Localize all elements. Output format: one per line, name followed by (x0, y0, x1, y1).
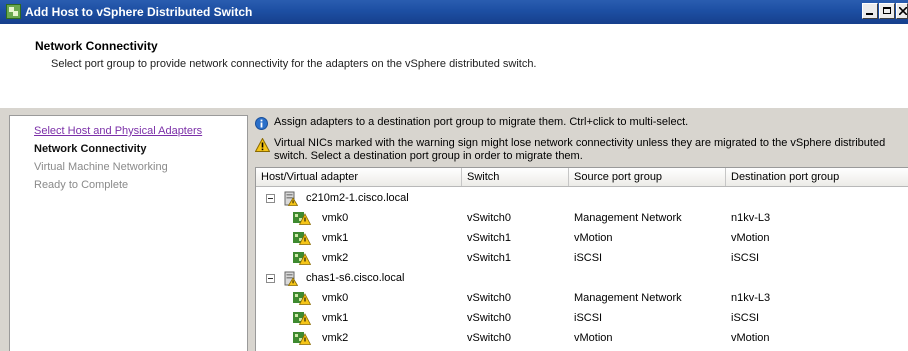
info-icon (255, 117, 268, 130)
adapter-name: vmk2 (322, 252, 349, 264)
content-panel: Assign adapters to a destination port gr… (249, 115, 908, 351)
adapter-name: vmk1 (322, 232, 349, 244)
adapter-destination[interactable]: iSCSI (731, 309, 759, 327)
warning-text: Virtual NICs marked with the warning sig… (274, 137, 886, 162)
vmkernel-nic-warning-icon (293, 332, 311, 345)
adapter-name: vmk0 (322, 212, 349, 224)
close-button[interactable] (896, 3, 908, 19)
adapter-source: Management Network (574, 212, 682, 224)
info-text: Assign adapters to a destination port gr… (274, 116, 689, 128)
host-name: c210m2-1.cisco.local (306, 192, 409, 204)
wizard-body: Select Host and Physical Adapters Networ… (0, 108, 908, 351)
table-row-adapter[interactable]: vmk1 vSwitch0 iSCSI iSCSI (256, 309, 908, 327)
adapter-switch: vSwitch0 (467, 332, 512, 344)
adapter-source: vMotion (574, 232, 613, 244)
step-ready-to-complete: Ready to Complete (34, 179, 129, 191)
vmkernel-nic-warning-icon (293, 232, 311, 245)
table-row-host[interactable]: chas1-s6.cisco.local (256, 269, 908, 287)
step-network-connectivity: Network Connectivity (34, 143, 147, 155)
adapter-destination[interactable]: n1kv-L3 (731, 289, 770, 307)
maximize-icon (883, 7, 891, 14)
page-title: Network Connectivity (35, 39, 158, 53)
table-row-adapter[interactable]: vmk2 vSwitch0 vMotion vMotion (256, 329, 908, 347)
table-header: Host/Virtual adapter Switch Source port … (256, 168, 908, 187)
page-subtitle: Select port group to provide network con… (51, 58, 537, 70)
wizard-steps-panel: Select Host and Physical Adapters Networ… (9, 115, 248, 351)
vmkernel-nic-warning-icon (293, 252, 311, 265)
adapter-source: iSCSI (574, 312, 603, 324)
window-titlebar: Add Host to vSphere Distributed Switch (0, 0, 908, 24)
warning-icon (255, 138, 270, 152)
column-header-adapter[interactable]: Host/Virtual adapter (256, 168, 462, 186)
step-select-host[interactable]: Select Host and Physical Adapters (34, 125, 202, 137)
table-row-adapter[interactable]: vmk0 vSwitch0 Management Network n1kv-L3 (256, 209, 908, 227)
column-header-switch[interactable]: Switch (462, 168, 569, 186)
adapter-source: iSCSI (574, 252, 603, 264)
table-row-adapter[interactable]: vmk2 vSwitch1 iSCSI iSCSI (256, 249, 908, 267)
host-name: chas1-s6.cisco.local (306, 272, 405, 284)
adapter-switch: vSwitch0 (467, 212, 512, 224)
adapter-switch: vSwitch1 (467, 232, 512, 244)
step-vm-networking: Virtual Machine Networking (34, 161, 168, 173)
adapter-destination[interactable]: n1kv-L3 (731, 209, 770, 227)
minimize-icon (866, 13, 873, 15)
adapter-source: Management Network (574, 292, 682, 304)
host-warning-icon (284, 271, 298, 286)
adapter-destination[interactable]: vMotion (731, 329, 770, 347)
adapter-name: vmk0 (322, 292, 349, 304)
adapter-destination[interactable]: iSCSI (731, 249, 759, 267)
adapter-source: vMotion (574, 332, 613, 344)
collapse-icon[interactable] (266, 194, 275, 203)
vmkernel-nic-warning-icon (293, 312, 311, 325)
table-row-adapter[interactable]: vmk0 vSwitch0 Management Network n1kv-L3 (256, 289, 908, 307)
adapter-name: vmk1 (322, 312, 349, 324)
adapter-destination[interactable]: vMotion (731, 229, 770, 247)
adapter-name: vmk2 (322, 332, 349, 344)
adapter-switch: vSwitch0 (467, 312, 512, 324)
close-icon (899, 7, 907, 15)
column-header-source[interactable]: Source port group (569, 168, 726, 186)
vmkernel-nic-warning-icon (293, 292, 311, 305)
adapter-table: Host/Virtual adapter Switch Source port … (255, 167, 908, 351)
wizard-header: Network Connectivity Select port group t… (0, 24, 908, 109)
minimize-button[interactable] (862, 3, 878, 19)
host-warning-icon (284, 191, 298, 206)
maximize-button[interactable] (879, 3, 895, 19)
window-title: Add Host to vSphere Distributed Switch (25, 5, 253, 19)
table-row-host[interactable]: c210m2-1.cisco.local (256, 189, 908, 207)
adapter-switch: vSwitch1 (467, 252, 512, 264)
vsphere-app-icon (6, 4, 21, 19)
collapse-icon[interactable] (266, 274, 275, 283)
table-row-adapter[interactable]: vmk1 vSwitch1 vMotion vMotion (256, 229, 908, 247)
window-controls (861, 3, 908, 19)
adapter-switch: vSwitch0 (467, 292, 512, 304)
column-header-destination[interactable]: Destination port group (726, 168, 908, 186)
vmkernel-nic-warning-icon (293, 212, 311, 225)
